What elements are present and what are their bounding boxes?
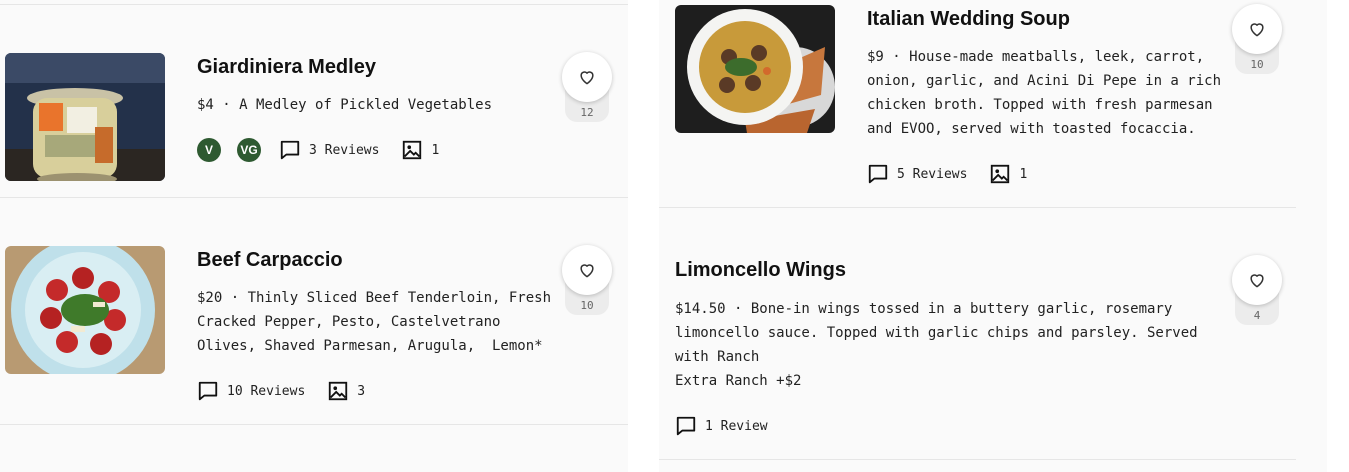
photos-link[interactable]: 1 <box>989 163 1027 185</box>
comment-icon <box>198 381 218 401</box>
item-meta: 5 Reviews 1 <box>867 161 1049 187</box>
description-line: Olives, Shaved Parmesan, Arugula, Lemon* <box>197 338 543 354</box>
favorite-button[interactable] <box>562 52 612 102</box>
item-title[interactable]: Beef Carpaccio <box>197 249 343 272</box>
favorite-widget: 10 <box>562 245 612 317</box>
description-line: with Ranch <box>675 349 760 365</box>
item-description: $14.50 · Bone-in wings tossed in a butte… <box>675 297 1198 393</box>
favorite-button[interactable] <box>562 245 612 295</box>
item-meta: 1 Review <box>675 413 790 439</box>
description-line: Cracked Pepper, Pesto, Castelvetrano <box>197 314 501 330</box>
photos-link[interactable]: 3 <box>327 380 365 402</box>
comment-icon <box>280 140 300 160</box>
photos-count: 1 <box>431 142 440 158</box>
favorite-widget: 10 <box>1232 4 1282 76</box>
item-photo[interactable] <box>5 53 165 181</box>
reviews-link[interactable]: 10 Reviews <box>197 380 305 402</box>
reviews-count: 1 Review <box>705 418 768 434</box>
item-meta: 10 Reviews 3 <box>197 378 387 404</box>
reviews-link[interactable]: 5 Reviews <box>867 163 967 185</box>
photos-count: 1 <box>1019 166 1028 182</box>
reviews-link[interactable]: 1 Review <box>675 415 768 437</box>
item-title[interactable]: Giardiniera Medley <box>197 56 376 79</box>
description-line: Extra Ranch +$2 <box>675 373 802 389</box>
item-title[interactable]: Limoncello Wings <box>675 259 846 282</box>
item-meta: V VG 3 Reviews 1 <box>197 137 461 163</box>
description-line: onion, garlic, and Acini Di Pepe in a ri… <box>867 73 1222 89</box>
item-title[interactable]: Italian Wedding Soup <box>867 8 1070 31</box>
description-line: limoncello sauce. Topped with garlic chi… <box>675 325 1198 341</box>
description-line: and EVOO, served with toasted focaccia. <box>867 121 1196 137</box>
favorite-count: 10 <box>580 299 594 312</box>
photos-count: 3 <box>357 383 366 399</box>
vegetarian-badge: V <box>197 138 221 162</box>
image-icon <box>991 164 1010 184</box>
divider <box>0 424 628 425</box>
comment-icon <box>868 164 888 184</box>
photos-link[interactable]: 1 <box>401 139 439 161</box>
favorite-count: 4 <box>1253 309 1261 322</box>
description-line: $9 · House-made meatballs, leek, carrot, <box>867 49 1205 65</box>
reviews-link[interactable]: 3 Reviews <box>279 139 379 161</box>
item-photo[interactable] <box>5 246 165 374</box>
image-icon <box>329 381 348 401</box>
favorite-widget: 4 <box>1232 255 1282 327</box>
favorite-count: 12 <box>580 106 594 119</box>
divider <box>0 197 628 198</box>
description-line: chicken broth. Topped with fresh parmesa… <box>867 97 1213 113</box>
favorite-count: 10 <box>1250 58 1264 71</box>
reviews-count: 5 Reviews <box>897 166 968 182</box>
item-description: $4 · A Medley of Pickled Vegetables <box>197 93 492 117</box>
item-photo[interactable] <box>675 5 835 133</box>
comment-icon <box>676 416 696 436</box>
reviews-count: 10 Reviews <box>227 383 306 399</box>
item-description: $9 · House-made meatballs, leek, carrot,… <box>867 45 1221 141</box>
divider <box>0 4 628 5</box>
wedding-soup-bowl-image <box>675 5 835 133</box>
item-description: $20 · Thinly Sliced Beef Tenderloin, Fre… <box>197 286 551 358</box>
heart-icon <box>580 264 594 278</box>
divider <box>659 207 1296 208</box>
divider <box>659 459 1296 460</box>
heart-icon <box>1250 23 1264 37</box>
heart-icon <box>580 71 594 85</box>
reviews-count: 3 Reviews <box>309 142 380 158</box>
vegan-badge: VG <box>237 138 261 162</box>
favorite-button[interactable] <box>1232 255 1282 305</box>
heart-icon <box>1250 274 1264 288</box>
description-line: $20 · Thinly Sliced Beef Tenderloin, Fre… <box>197 290 552 306</box>
beef-carpaccio-plate-image <box>5 246 165 374</box>
image-icon <box>403 140 422 160</box>
description-line: $4 · A Medley of Pickled Vegetables <box>197 97 493 113</box>
pickled-vegetables-jar-image <box>5 53 165 181</box>
favorite-button[interactable] <box>1232 4 1282 54</box>
description-line: $14.50 · Bone-in wings tossed in a butte… <box>675 301 1173 317</box>
favorite-widget: 12 <box>562 52 612 124</box>
